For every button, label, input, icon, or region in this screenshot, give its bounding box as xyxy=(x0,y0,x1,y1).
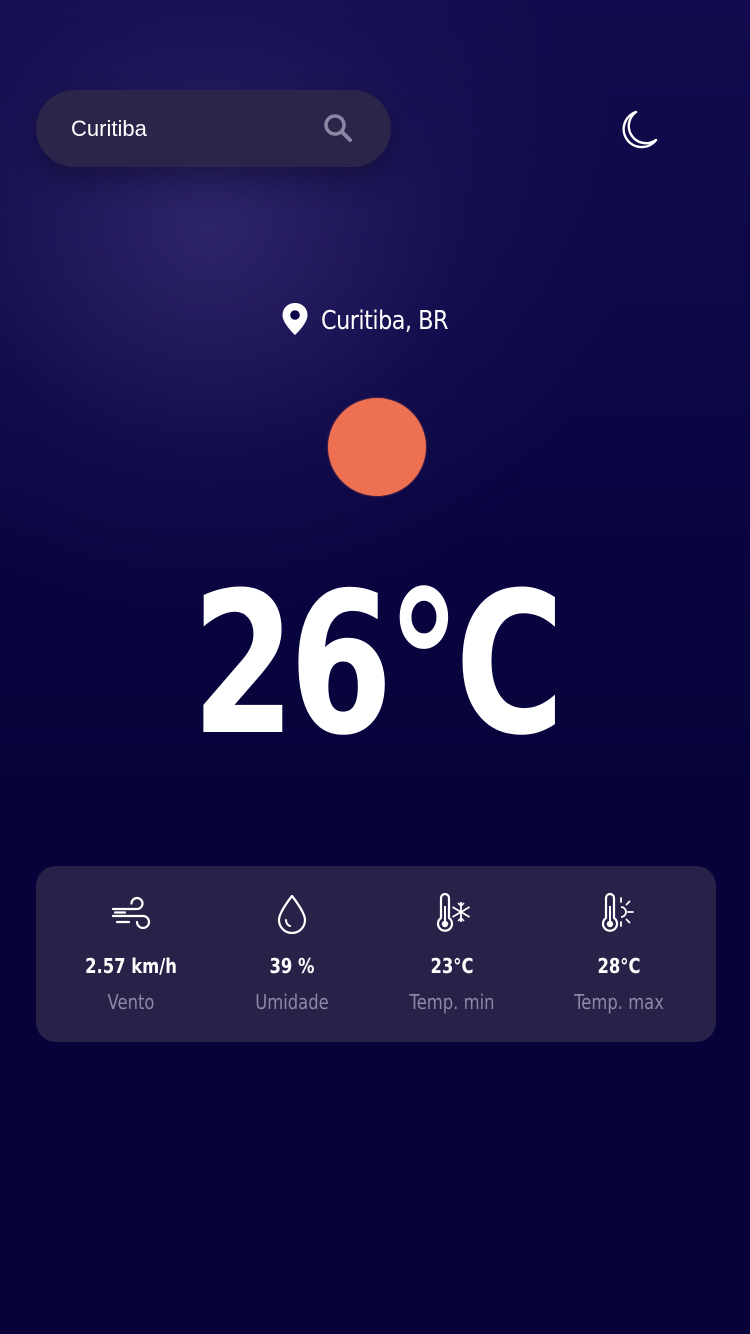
stat-temp-max-label: Temp. max xyxy=(574,990,664,1014)
stat-temp-max-value: 28°C xyxy=(597,954,641,978)
temperature: 26°C xyxy=(191,551,565,779)
stat-humidity: 39 % Umidade xyxy=(207,866,377,1042)
stat-temp-min: 23°C Temp. min xyxy=(367,866,537,1042)
moon-icon[interactable] xyxy=(614,106,664,154)
droplet-icon xyxy=(277,894,307,935)
thermometer-sun-icon xyxy=(601,892,634,932)
stat-temp-min-label: Temp. min xyxy=(409,990,495,1014)
stat-humidity-label: Umidade xyxy=(255,990,329,1014)
search-input[interactable] xyxy=(71,90,301,167)
stat-wind-label: Vento xyxy=(107,990,155,1014)
location: Curitiba, BR xyxy=(0,303,750,354)
map-pin-icon xyxy=(282,303,308,335)
sun-icon xyxy=(328,398,426,496)
thermometer-snowflake-icon xyxy=(436,892,470,932)
location-name: Curitiba, BR xyxy=(321,306,449,336)
stat-humidity-value: 39 % xyxy=(269,954,315,978)
stat-temp-max: 28°C Temp. max xyxy=(534,866,704,1042)
stat-wind: 2.57 km/h Vento xyxy=(46,866,216,1042)
wind-icon xyxy=(111,896,151,930)
search-icon[interactable] xyxy=(322,112,354,144)
stat-temp-min-value: 23°C xyxy=(430,954,474,978)
stat-wind-value: 2.57 km/h xyxy=(85,954,177,978)
weather-stats-card: 2.57 km/h Vento 39 % Umidade 23°C Temp. … xyxy=(36,866,716,1042)
